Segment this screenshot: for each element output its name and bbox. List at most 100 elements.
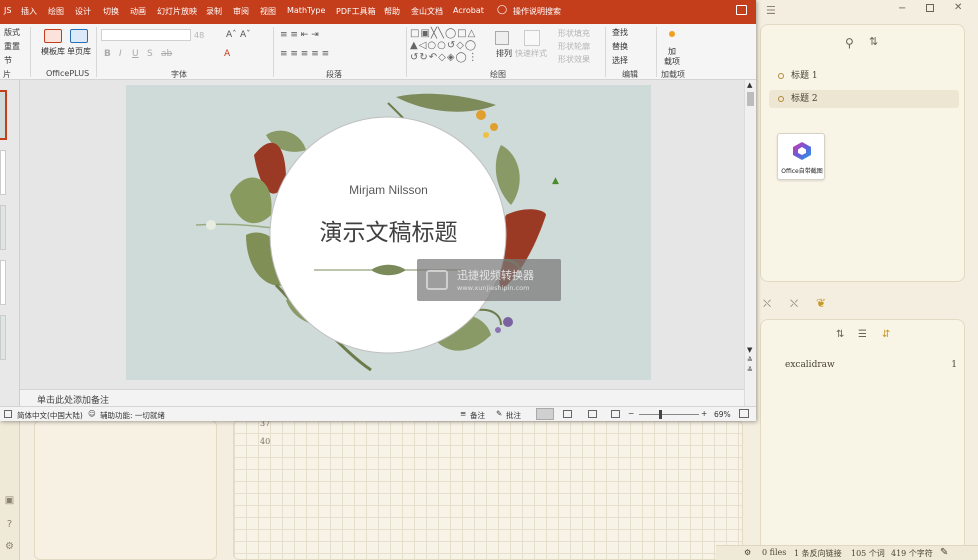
vault-icon[interactable]: ▣ <box>3 494 16 507</box>
layout-button[interactable]: 版式 <box>4 27 20 38</box>
notes-placeholder[interactable]: 单击此处添加备注 <box>37 393 109 406</box>
strikethrough-icon[interactable]: ab <box>161 49 172 59</box>
expand-icon[interactable]: ⇵ <box>882 329 890 340</box>
outgoing-links-icon[interactable]: ⛌ <box>790 297 798 311</box>
previous-slide-icon[interactable]: ≙ <box>747 356 753 364</box>
vertical-scrollbar[interactable]: ▲ ▼ ≙ ≚ <box>744 80 756 406</box>
search-icon[interactable]: ⚲ <box>845 36 854 50</box>
comments-icon[interactable] <box>736 5 747 15</box>
addins-button-line2[interactable]: 载项 <box>664 56 680 67</box>
tags-icon[interactable]: ❦ <box>816 296 826 310</box>
scroll-down-icon[interactable]: ▼ <box>747 346 752 354</box>
tag-item[interactable]: excalidraw 1 <box>785 360 957 374</box>
close-icon[interactable]: ✕ <box>954 2 962 13</box>
align-icon[interactable]: ≡ ≡ ≡ ≡ ≡ <box>280 49 329 59</box>
tab-pdf-tools[interactable]: PDF工具箱 <box>336 6 376 17</box>
slide-thumbnail[interactable] <box>0 150 6 195</box>
sort-icon[interactable]: ⇅ <box>836 329 844 340</box>
shape-fill-button[interactable]: 形状填充 <box>558 28 590 39</box>
tab-transitions[interactable]: 切换 <box>103 6 119 17</box>
obsidian-canvas-editor[interactable]: 37 40 <box>233 419 743 560</box>
outline-item-heading-2[interactable]: 标题 2 <box>769 90 959 108</box>
status-backlinks[interactable]: 1 条反向链接 <box>794 548 842 559</box>
fit-to-window-icon[interactable] <box>739 409 749 418</box>
shadow-icon[interactable]: S <box>147 49 153 59</box>
section-button[interactable]: 节 <box>4 55 12 66</box>
tree-view-icon[interactable]: ☰ <box>858 329 867 340</box>
tab-insert[interactable]: 插入 <box>21 6 37 17</box>
tell-me-search[interactable]: 操作说明搜索 <box>513 6 561 17</box>
sync-icon[interactable]: ⚙ <box>744 548 751 557</box>
bold-icon[interactable]: B <box>104 49 111 59</box>
tab-record[interactable]: 录制 <box>206 6 222 17</box>
slide-thumbnail[interactable] <box>0 90 7 140</box>
reset-button[interactable]: 重置 <box>4 41 20 52</box>
zoom-slider[interactable] <box>639 414 699 415</box>
arrange-button[interactable]: 排列 <box>496 48 512 59</box>
slide-thumbnail[interactable] <box>0 260 6 305</box>
office-screenshot-embed[interactable]: Office自带截图 <box>777 133 825 180</box>
single-page-library-button[interactable]: 单页库 <box>67 46 91 57</box>
shape-effects-button[interactable]: 形状效果 <box>558 54 590 65</box>
notes-toggle[interactable]: 备注 <box>470 410 485 421</box>
slideshow-view-icon[interactable] <box>611 410 620 418</box>
slide-thumbnails-pane[interactable] <box>0 80 20 406</box>
tab-view[interactable]: 视图 <box>260 6 276 17</box>
slide-thumbnail[interactable] <box>0 205 6 250</box>
bullets-icon[interactable]: ≡ ≡ ⇤ ⇥ <box>280 30 319 40</box>
grow-font-icon[interactable]: Aˆ <box>226 30 237 40</box>
shrink-font-icon[interactable]: Aˇ <box>240 30 251 40</box>
quick-styles-button[interactable]: 快速样式 <box>515 48 547 59</box>
tab-review[interactable]: 审阅 <box>233 6 249 17</box>
zoom-out-icon[interactable]: − <box>628 409 634 418</box>
select-button[interactable]: 选择 <box>612 55 628 66</box>
zoom-in-icon[interactable]: + <box>701 409 707 418</box>
slide-thumbnail[interactable] <box>0 315 6 360</box>
find-button[interactable]: 查找 <box>612 27 628 38</box>
tab-acrobat[interactable]: Acrobat <box>453 6 484 15</box>
scroll-up-icon[interactable]: ▲ <box>747 81 752 89</box>
minimize-icon[interactable]: − <box>898 3 906 14</box>
comments-toggle[interactable]: 批注 <box>506 410 521 421</box>
tab-design[interactable]: 设计 <box>75 6 91 17</box>
italic-icon[interactable]: I <box>119 49 122 59</box>
backlinks-icon[interactable]: ⛌ <box>763 297 771 311</box>
zoom-slider-thumb[interactable] <box>659 410 662 419</box>
tab-slideshow[interactable]: 幻灯片放映 <box>157 6 197 17</box>
normal-view-icon[interactable] <box>536 408 554 420</box>
next-slide-icon[interactable]: ≚ <box>747 366 753 374</box>
tab-kdocs[interactable]: 金山文档 <box>411 6 443 17</box>
slide-sorter-icon[interactable] <box>563 410 572 418</box>
slide-title[interactable]: 演示文稿标题 <box>286 213 491 247</box>
tab-help[interactable]: 帮助 <box>384 6 400 17</box>
replace-button[interactable]: 替换 <box>612 41 628 52</box>
reading-view-icon[interactable] <box>588 410 597 418</box>
help-icon[interactable]: ? <box>3 518 16 531</box>
tab-animations[interactable]: 动画 <box>130 6 146 17</box>
font-name-box[interactable] <box>101 29 191 41</box>
status-language[interactable]: 简体中文(中国大陆) <box>17 410 83 421</box>
template-library-button[interactable]: 模板库 <box>41 46 65 57</box>
tab-mathtype[interactable]: MathType <box>287 6 325 15</box>
underline-icon[interactable]: U <box>132 49 139 59</box>
tab-draw[interactable]: 绘图 <box>48 6 64 17</box>
font-color-icon[interactable]: A <box>224 49 230 59</box>
notes-pane[interactable]: 单击此处添加备注 <box>20 389 744 406</box>
scroll-thumb[interactable] <box>747 92 754 106</box>
shapes-gallery-row3[interactable]: ↺↻↶◇◈◯⋮ <box>410 52 479 63</box>
shapes-gallery[interactable]: □▣╳╲◯□△ <box>410 28 476 39</box>
status-accessibility[interactable]: 辅助功能: 一切就绪 <box>100 410 165 421</box>
font-size-box[interactable]: 48 <box>194 31 204 40</box>
slide-canvas[interactable]: Mirjam Nilsson 演示文稿标题 <box>126 85 651 380</box>
edit-mode-icon[interactable]: ✎ <box>940 547 948 558</box>
shapes-gallery-row2[interactable]: ▲◁○○↺◇◯ <box>410 40 477 51</box>
tab-file[interactable]: JS <box>4 6 11 15</box>
outline-item-heading-1[interactable]: 标题 1 <box>769 67 959 85</box>
collapse-all-icon[interactable]: ⇅ <box>869 35 878 48</box>
shape-outline-button[interactable]: 形状轮廓 <box>558 41 590 52</box>
zoom-level[interactable]: 69% <box>714 410 731 419</box>
sidebar-toggle-icon[interactable]: ☰ <box>766 4 776 17</box>
settings-icon[interactable]: ⚙ <box>3 540 16 553</box>
slide-subtitle[interactable]: Mirjam Nilsson <box>296 183 481 197</box>
maximize-icon[interactable] <box>926 4 934 12</box>
